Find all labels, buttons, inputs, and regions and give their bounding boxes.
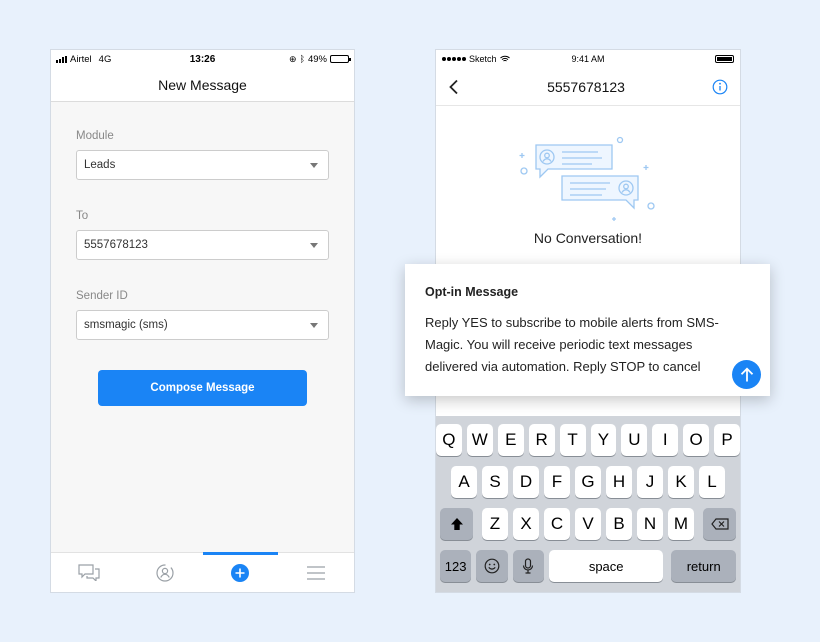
battery-icon	[330, 55, 351, 63]
key-v[interactable]: V	[575, 508, 601, 540]
emoji-icon	[484, 558, 500, 574]
shift-arrow-icon	[450, 518, 463, 530]
tab-conversations[interactable]	[51, 553, 127, 592]
new-message-screen: Airtel 4G 13:26 ⊕ ᛒ 49% New Message Modu…	[50, 49, 355, 593]
shift-key[interactable]	[440, 508, 473, 540]
keyboard-letter-keys: ZXCVBNM	[482, 508, 694, 540]
key-a[interactable]: A	[451, 466, 477, 498]
optin-message-card: Opt-in Message Reply YES to subscribe to…	[405, 264, 770, 396]
key-w[interactable]: W	[466, 424, 493, 456]
to-label: To	[76, 210, 89, 222]
compose-message-button[interactable]: Compose Message	[98, 370, 307, 406]
key-t[interactable]: T	[559, 424, 586, 456]
to-select[interactable]: 5557678123	[76, 230, 329, 260]
key-i[interactable]: I	[652, 424, 679, 456]
back-chevron-icon[interactable]	[448, 79, 460, 95]
space-key[interactable]: space	[548, 550, 664, 582]
keyboard-row-2: ASDFGHJKL	[436, 466, 740, 498]
numbers-key[interactable]: 123	[440, 550, 472, 582]
key-u[interactable]: U	[621, 424, 648, 456]
emoji-key[interactable]	[476, 550, 508, 582]
menu-icon	[307, 565, 326, 580]
key-b[interactable]: B	[606, 508, 632, 540]
key-h[interactable]: H	[606, 466, 632, 498]
key-s[interactable]: S	[482, 466, 508, 498]
carrier-name: Sketch	[469, 54, 497, 64]
chevron-down-icon	[310, 322, 318, 328]
key-c[interactable]: C	[544, 508, 570, 540]
backspace-icon	[710, 518, 729, 530]
status-bar: Airtel 4G 13:26 ⊕ ᛒ 49%	[51, 50, 354, 68]
key-z[interactable]: Z	[482, 508, 508, 540]
empty-state-text: No Conversation!	[533, 230, 643, 246]
battery-icon	[715, 55, 734, 63]
key-d[interactable]: D	[513, 466, 539, 498]
key-m[interactable]: M	[668, 508, 694, 540]
key-p[interactable]: P	[714, 424, 740, 456]
chevron-down-icon	[310, 162, 318, 168]
keyboard-row-4: 123 space return	[436, 550, 740, 582]
module-label: Module	[76, 130, 114, 142]
delete-key[interactable]	[703, 508, 736, 540]
key-k[interactable]: K	[668, 466, 694, 498]
key-x[interactable]: X	[513, 508, 539, 540]
compose-plus-icon	[231, 563, 250, 582]
conversation-title: 5557678123	[547, 78, 625, 95]
dictation-key[interactable]	[512, 550, 544, 582]
wifi-icon	[499, 55, 510, 62]
send-button[interactable]	[732, 360, 761, 389]
key-o[interactable]: O	[683, 424, 710, 456]
signal-dots-icon	[442, 57, 466, 61]
chevron-down-icon	[310, 242, 318, 248]
key-q[interactable]: Q	[436, 424, 462, 456]
message-form: Module Leads To 5557678123 Sender ID sms…	[51, 102, 354, 406]
key-e[interactable]: E	[497, 424, 524, 456]
to-value: 5557678123	[84, 239, 148, 251]
arrow-up-icon	[740, 367, 753, 381]
tab-contacts[interactable]	[127, 553, 203, 592]
key-j[interactable]: J	[637, 466, 663, 498]
key-g[interactable]: G	[575, 466, 601, 498]
optin-body: Reply YES to subscribe to mobile alerts …	[425, 315, 719, 374]
page-title: New Message	[51, 68, 354, 102]
tab-compose[interactable]	[202, 552, 279, 592]
keyboard-row-3: ZXCVBNM	[436, 508, 740, 540]
key-f[interactable]: F	[544, 466, 570, 498]
battery-percent: 49%	[307, 53, 327, 65]
keyboard: QWERTYUIOP ASDFGHJKL ZXCVBNM 123 space r…	[436, 416, 740, 592]
network-type: 4G	[98, 53, 112, 65]
bluetooth-icon: ᛒ	[299, 54, 305, 64]
sender-id-label: Sender ID	[76, 290, 128, 302]
conversation-header: 5557678123	[436, 68, 740, 106]
return-key[interactable]: return	[671, 550, 736, 582]
module-value: Leads	[84, 159, 116, 171]
info-icon[interactable]	[712, 79, 728, 95]
carrier-name: Airtel	[70, 53, 92, 65]
module-select[interactable]: Leads	[76, 150, 329, 180]
key-l[interactable]: L	[699, 466, 725, 498]
chat-bubbles-illustration	[519, 136, 655, 221]
tab-bar	[51, 552, 354, 592]
status-bar: Sketch 9:41 AM	[436, 50, 740, 68]
keyboard-row-1: QWERTYUIOP	[436, 424, 740, 456]
contact-sync-icon	[156, 563, 174, 582]
sender-id-select[interactable]: smsmagic (sms)	[76, 310, 329, 340]
conversations-icon	[78, 564, 100, 581]
signal-icon	[56, 55, 67, 63]
microphone-icon	[523, 558, 534, 574]
rotation-lock-icon: ⊕	[289, 53, 297, 64]
key-r[interactable]: R	[528, 424, 555, 456]
tab-menu[interactable]	[278, 553, 354, 592]
key-y[interactable]: Y	[590, 424, 617, 456]
key-n[interactable]: N	[637, 508, 663, 540]
optin-title: Opt-in Message	[425, 285, 519, 299]
sender-id-value: smsmagic (sms)	[84, 319, 168, 331]
